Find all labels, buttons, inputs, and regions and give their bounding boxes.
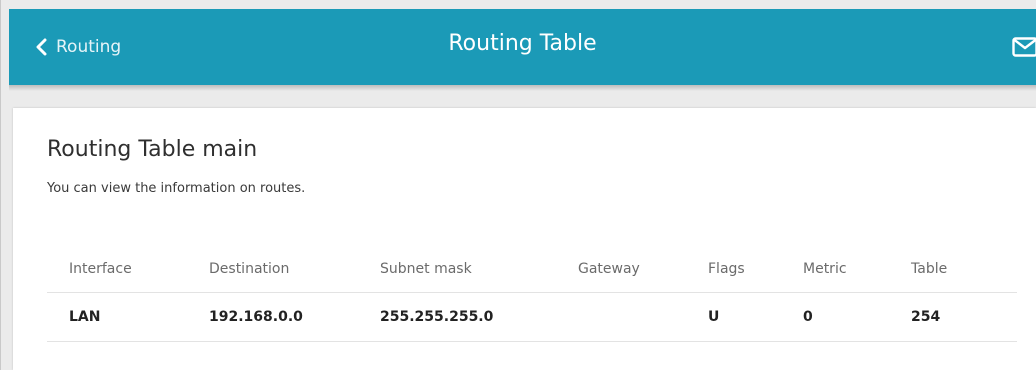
cell-interface: LAN: [69, 309, 101, 325]
routing-table: Interface Destination Subnet mask Gatewa…: [47, 246, 1017, 342]
section-description: You can view the information on routes.: [47, 181, 306, 196]
column-header-flags: Flags: [708, 261, 745, 277]
column-header-interface: Interface: [69, 261, 132, 277]
cell-destination: 192.168.0.0: [209, 309, 303, 325]
table-header-row: Interface Destination Subnet mask Gatewa…: [47, 246, 1017, 293]
page-title: Routing Table: [448, 31, 597, 56]
column-header-gateway: Gateway: [578, 261, 640, 277]
cell-flags: U: [708, 309, 720, 325]
header-shadow: [9, 85, 1036, 91]
cell-table: 254: [911, 309, 941, 325]
routing-table-card: Routing Table main You can view the info…: [13, 108, 1036, 370]
column-header-subnet-mask: Subnet mask: [380, 261, 472, 277]
cell-subnet-mask: 255.255.255.0: [380, 309, 494, 325]
table-row[interactable]: LAN 192.168.0.0 255.255.255.0 U 0 254: [47, 293, 1017, 342]
column-header-destination: Destination: [209, 261, 290, 277]
cell-metric: 0: [803, 309, 813, 325]
column-header-table: Table: [911, 261, 948, 277]
top-bar: Routing Routing Table: [9, 9, 1036, 85]
section-title: Routing Table main: [47, 137, 258, 162]
column-header-metric: Metric: [803, 261, 847, 277]
envelope-icon[interactable]: [1012, 37, 1036, 57]
